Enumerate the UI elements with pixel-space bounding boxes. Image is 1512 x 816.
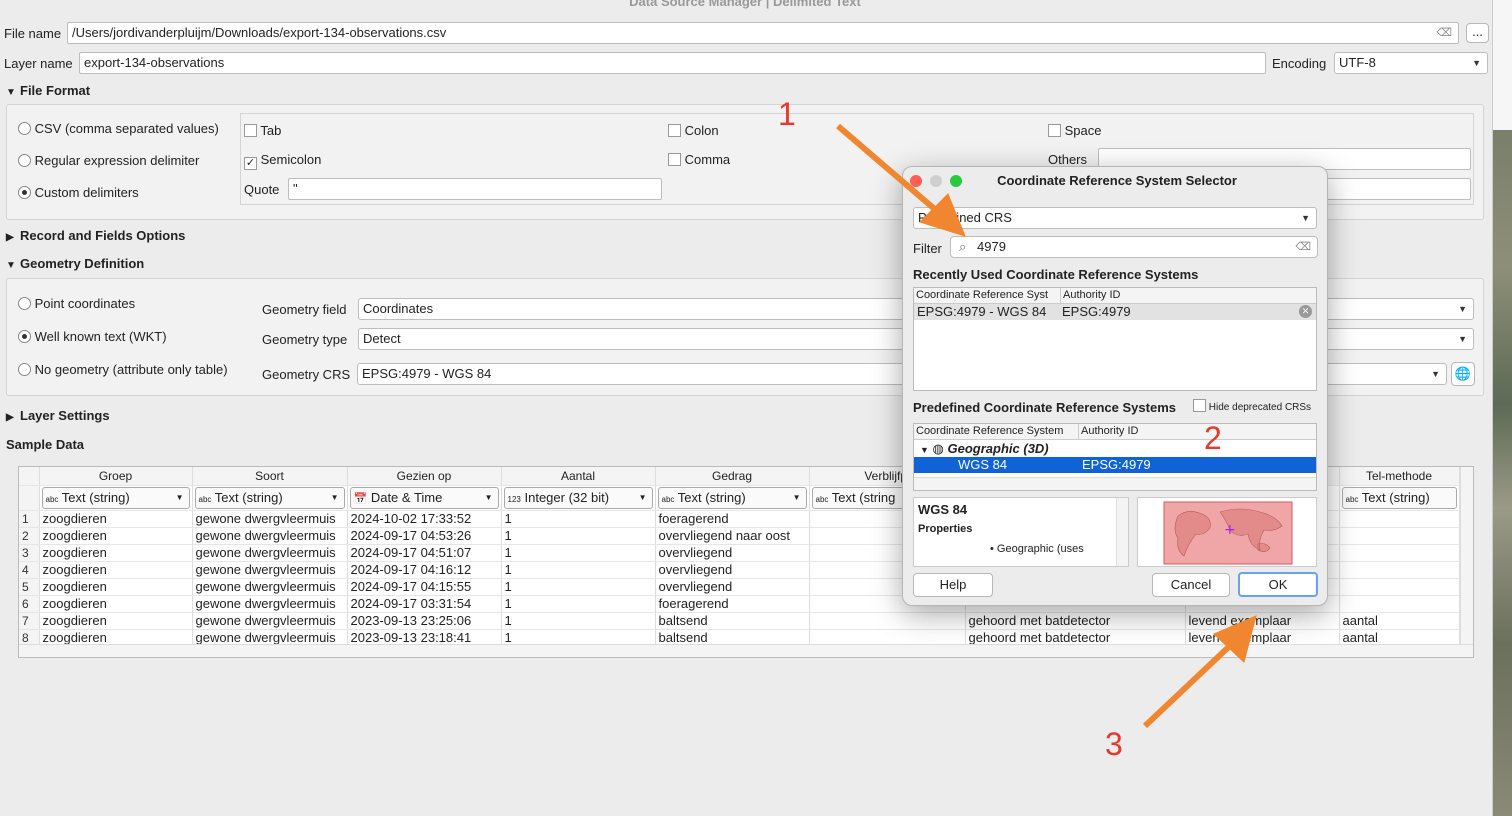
arrow-1-shaft	[836, 123, 947, 221]
arrow-3-shaft	[1142, 637, 1239, 729]
annotation-arrows	[836, 123, 1257, 729]
